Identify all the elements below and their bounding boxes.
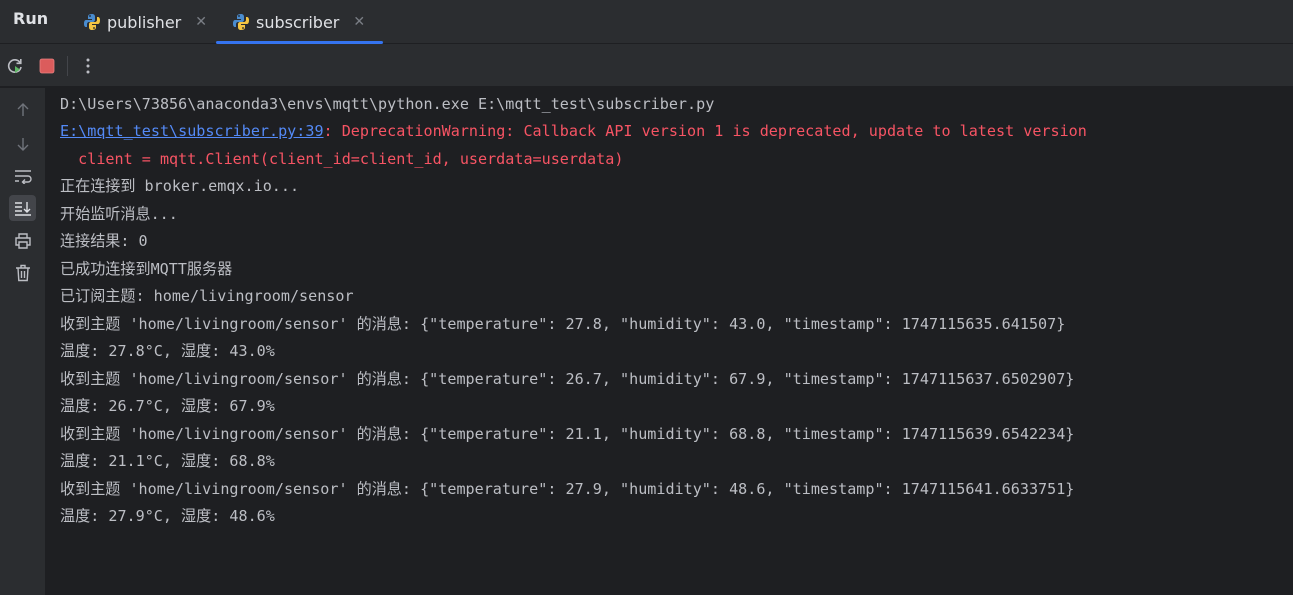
next-occurrence-button[interactable] [9, 131, 36, 157]
stop-icon [39, 58, 55, 74]
output-line: 温度: 27.8°C, 湿度: 43.0% [60, 342, 275, 360]
output-line: 温度: 21.1°C, 湿度: 68.8% [60, 452, 275, 470]
toolbar-separator [67, 56, 68, 76]
warning-code-line: client = mqtt.Client(client_id=client_id… [60, 150, 624, 168]
print-icon [14, 233, 31, 249]
warning-line: E:\mqtt_test\subscriber.py:39: Deprecati… [60, 120, 1087, 142]
python-icon [84, 14, 100, 30]
output-line: 已订阅主题: home/livingroom/sensor [60, 287, 354, 305]
warning-text: : DeprecationWarning: Callback API versi… [323, 122, 1087, 140]
rerun-button[interactable] [4, 55, 26, 77]
output-line: 温度: 27.9°C, 湿度: 48.6% [60, 507, 275, 525]
python-icon [233, 14, 249, 30]
soft-wrap-button[interactable] [9, 163, 36, 189]
tab-subscriber[interactable]: subscriber ✕ [215, 0, 384, 44]
more-icon [86, 58, 90, 74]
clear-all-button[interactable] [9, 260, 36, 286]
scroll-to-end-icon [14, 202, 31, 216]
output-line: 连接结果: 0 [60, 232, 148, 250]
console-sidebar [0, 88, 46, 595]
arrow-up-icon [17, 103, 28, 116]
output-line: 收到主题 'home/livingroom/sensor' 的消息: {"tem… [60, 370, 1075, 388]
stop-button[interactable] [36, 55, 58, 77]
arrow-down-icon [17, 138, 28, 151]
print-button[interactable] [9, 228, 36, 254]
tab-publisher[interactable]: publisher ✕ [83, 0, 207, 44]
output-line: 温度: 26.7°C, 湿度: 67.9% [60, 397, 275, 415]
run-toolbar [0, 44, 1293, 87]
output-line: 正在连接到 broker.emqx.io... [60, 177, 300, 195]
command-line: D:\Users\73856\anaconda3\envs\mqtt\pytho… [60, 95, 715, 113]
run-title: Run [13, 9, 49, 28]
output-line: 收到主题 'home/livingroom/sensor' 的消息: {"tem… [60, 315, 1066, 333]
close-icon[interactable]: ✕ [195, 14, 207, 30]
close-icon[interactable]: ✕ [353, 14, 365, 30]
output-line: 收到主题 'home/livingroom/sensor' 的消息: {"tem… [60, 425, 1075, 443]
previous-occurrence-button[interactable] [9, 97, 36, 123]
rerun-icon [7, 59, 22, 73]
trash-icon [15, 264, 30, 282]
console-output[interactable]: D:\Users\73856\anaconda3\envs\mqtt\pytho… [47, 88, 1293, 595]
output-line: 已成功连接到MQTT服务器 [60, 260, 233, 278]
soft-wrap-icon [14, 170, 32, 184]
scroll-to-end-button[interactable] [9, 195, 36, 221]
output-line: 收到主题 'home/livingroom/sensor' 的消息: {"tem… [60, 480, 1075, 498]
run-tool-window-header: Run publisher ✕ subscriber ✕ [0, 0, 1293, 44]
output-line: 开始监听消息... [60, 205, 178, 223]
more-button[interactable] [77, 55, 99, 77]
tab-label: publisher [107, 12, 182, 32]
source-link[interactable]: E:\mqtt_test\subscriber.py:39 [60, 122, 324, 140]
tab-label: subscriber [256, 12, 340, 32]
